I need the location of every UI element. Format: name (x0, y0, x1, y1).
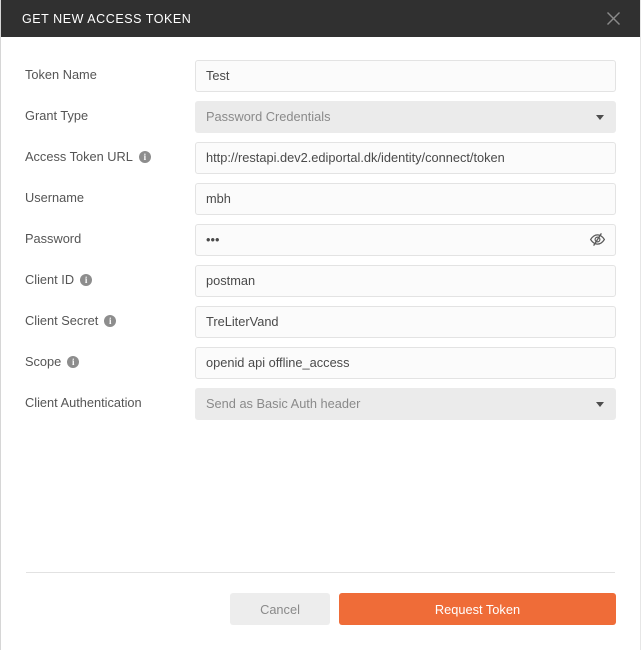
field-row-token-name: Token Name (25, 55, 616, 96)
client-authentication-select[interactable]: Send as Basic Auth header (195, 388, 616, 420)
field-row-client-authentication: Client Authentication Send as Basic Auth… (25, 383, 616, 424)
label-text: Client ID (25, 274, 74, 287)
field-wrap-token-name (195, 60, 616, 92)
field-row-scope: Scope i (25, 342, 616, 383)
field-wrap-scope (195, 347, 616, 379)
grant-type-select[interactable]: Password Credentials (195, 101, 616, 133)
client-authentication-value: Send as Basic Auth header (206, 396, 360, 411)
field-wrap-access-token-url (195, 142, 616, 174)
get-new-access-token-dialog: GET NEW ACCESS TOKEN Token Name Grant Ty… (0, 0, 641, 650)
field-row-username: Username (25, 178, 616, 219)
field-row-grant-type: Grant Type Password Credentials (25, 96, 616, 137)
label-text: Username (25, 192, 84, 205)
label-token-name: Token Name (25, 69, 195, 82)
field-wrap-client-authentication: Send as Basic Auth header (195, 388, 616, 420)
chevron-down-icon (596, 402, 604, 407)
label-password: Password (25, 233, 195, 246)
field-wrap-client-id (195, 265, 616, 297)
label-text: Access Token URL (25, 151, 133, 164)
password-input[interactable] (195, 224, 616, 256)
client-id-input[interactable] (195, 265, 616, 297)
dialog-header: GET NEW ACCESS TOKEN (1, 0, 640, 37)
info-icon[interactable]: i (67, 356, 79, 368)
token-name-input[interactable] (195, 60, 616, 92)
scope-input[interactable] (195, 347, 616, 379)
client-secret-input[interactable] (195, 306, 616, 338)
close-icon[interactable] (600, 6, 626, 32)
label-text: Client Secret (25, 315, 98, 328)
eye-off-icon[interactable] (587, 230, 607, 250)
field-wrap-password (195, 224, 616, 256)
label-text: Client Authentication (25, 397, 142, 410)
label-text: Scope (25, 356, 61, 369)
label-access-token-url: Access Token URL i (25, 151, 195, 164)
label-username: Username (25, 192, 195, 205)
dialog-body: Token Name Grant Type Password Credentia… (1, 37, 640, 650)
footer-divider (26, 572, 615, 573)
label-grant-type: Grant Type (25, 110, 195, 123)
field-row-access-token-url: Access Token URL i (25, 137, 616, 178)
label-text: Grant Type (25, 110, 88, 123)
label-client-secret: Client Secret i (25, 315, 195, 328)
grant-type-value: Password Credentials (206, 109, 330, 124)
dialog-footer: Cancel Request Token (1, 572, 640, 650)
field-wrap-client-secret (195, 306, 616, 338)
footer-button-group: Cancel Request Token (230, 593, 616, 625)
field-row-client-id: Client ID i (25, 260, 616, 301)
info-icon[interactable]: i (80, 274, 92, 286)
field-row-password: Password (25, 219, 616, 260)
page-title: GET NEW ACCESS TOKEN (22, 12, 191, 26)
label-scope: Scope i (25, 356, 195, 369)
field-row-client-secret: Client Secret i (25, 301, 616, 342)
cancel-button[interactable]: Cancel (230, 593, 330, 625)
label-client-id: Client ID i (25, 274, 195, 287)
label-text: Password (25, 233, 81, 246)
field-wrap-username (195, 183, 616, 215)
field-wrap-grant-type: Password Credentials (195, 101, 616, 133)
username-input[interactable] (195, 183, 616, 215)
label-client-authentication: Client Authentication (25, 397, 195, 410)
label-text: Token Name (25, 69, 97, 82)
info-icon[interactable]: i (139, 151, 151, 163)
info-icon[interactable]: i (104, 315, 116, 327)
chevron-down-icon (596, 115, 604, 120)
access-token-url-input[interactable] (195, 142, 616, 174)
request-token-button[interactable]: Request Token (339, 593, 616, 625)
